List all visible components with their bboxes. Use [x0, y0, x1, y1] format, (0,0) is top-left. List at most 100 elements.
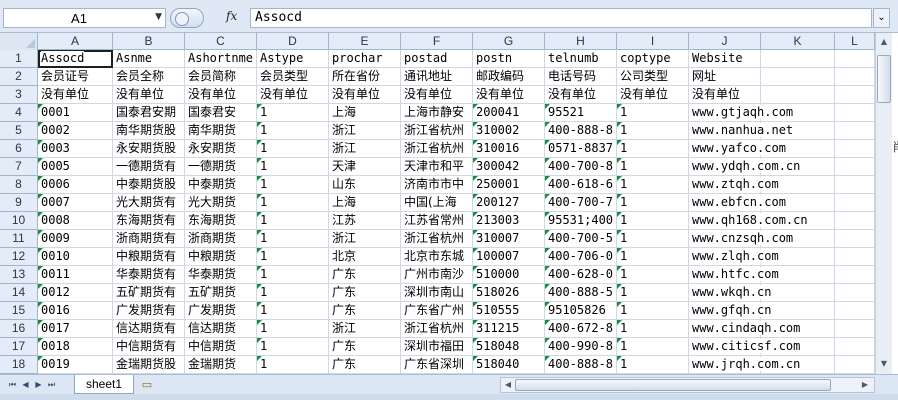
grid-cell[interactable]: 北京: [329, 248, 401, 266]
grid-cell[interactable]: 0012: [38, 284, 113, 302]
grid-cell[interactable]: 1: [617, 230, 689, 248]
column-header[interactable]: B: [113, 33, 185, 50]
grid-cell[interactable]: [761, 302, 835, 320]
grid-cell[interactable]: 400-706-0: [545, 248, 617, 266]
grid-cell[interactable]: 东海期货有: [113, 212, 185, 230]
grid-cell[interactable]: postad: [401, 50, 473, 68]
grid-cell[interactable]: 通讯地址: [401, 68, 473, 86]
grid-cell[interactable]: 广东: [329, 302, 401, 320]
grid-cell[interactable]: 浙江: [329, 230, 401, 248]
grid-cell[interactable]: 会员证号: [38, 68, 113, 86]
grid-cell[interactable]: 1: [257, 230, 329, 248]
grid-cell[interactable]: 310002: [473, 122, 545, 140]
grid-cell[interactable]: 中粮期货有: [113, 248, 185, 266]
row-header[interactable]: 15: [0, 302, 38, 320]
grid-cell[interactable]: 广东省深圳: [401, 356, 473, 374]
grid-cell[interactable]: telnumb: [545, 50, 617, 68]
grid-cell[interactable]: 金瑞期货: [185, 356, 257, 374]
grid-cell[interactable]: 华泰期货: [185, 266, 257, 284]
expand-formula-button[interactable]: ⌄: [873, 8, 890, 28]
grid-cell[interactable]: 1: [617, 158, 689, 176]
scroll-down-icon[interactable]: ▼: [877, 357, 891, 371]
grid-cell[interactable]: 会员简称: [185, 68, 257, 86]
grid-cell[interactable]: 400-888-8: [545, 356, 617, 374]
grid-cell[interactable]: 永安期货股: [113, 140, 185, 158]
grid-cell[interactable]: 1: [257, 284, 329, 302]
column-header[interactable]: E: [329, 33, 401, 50]
grid-cell[interactable]: 300042: [473, 158, 545, 176]
grid-cell[interactable]: 1: [257, 176, 329, 194]
grid-cell[interactable]: 400-888-5: [545, 284, 617, 302]
grid-cell[interactable]: [835, 122, 875, 140]
grid-cell[interactable]: 518048: [473, 338, 545, 356]
grid-cell[interactable]: [835, 86, 875, 104]
scroll-left-icon[interactable]: ◀: [502, 379, 514, 391]
grid-cell[interactable]: [835, 140, 875, 158]
name-box[interactable]: A1 ▼: [3, 8, 166, 28]
row-header[interactable]: 17: [0, 338, 38, 356]
grid-cell[interactable]: www.htfc.com: [689, 266, 779, 284]
grid-cell[interactable]: 广东: [329, 284, 401, 302]
chevron-down-icon[interactable]: ▼: [155, 12, 162, 22]
column-header[interactable]: G: [473, 33, 545, 50]
grid-cell[interactable]: 信达期货: [185, 320, 257, 338]
row-header[interactable]: 11: [0, 230, 38, 248]
grid-cell[interactable]: 0571-8837: [545, 140, 617, 158]
column-header[interactable]: F: [401, 33, 473, 50]
grid-cell[interactable]: 电话号码: [545, 68, 617, 86]
grid-cell[interactable]: www.nanhua.net: [689, 122, 794, 140]
grid-cell[interactable]: 1: [617, 338, 689, 356]
grid-cell[interactable]: [835, 302, 875, 320]
grid-cell[interactable]: 95105826: [545, 302, 617, 320]
grid-cell[interactable]: 95531;400: [545, 212, 617, 230]
grid-cell[interactable]: 浙江省杭州: [401, 320, 473, 338]
grid-cell[interactable]: 浙江: [329, 122, 401, 140]
select-all-button[interactable]: [0, 33, 38, 50]
grid-cell[interactable]: www.gfqh.cn: [689, 302, 772, 320]
grid-cell[interactable]: [761, 50, 835, 68]
row-header[interactable]: 12: [0, 248, 38, 266]
grid-cell[interactable]: www.ztqh.com: [689, 176, 779, 194]
row-header[interactable]: 1: [0, 50, 38, 68]
grid-cell[interactable]: [761, 284, 835, 302]
grid-cell[interactable]: 山东: [329, 176, 401, 194]
grid-cell[interactable]: 0018: [38, 338, 113, 356]
grid-cell[interactable]: 一德期货有: [113, 158, 185, 176]
grid-cell[interactable]: 信达期货有: [113, 320, 185, 338]
grid-cell[interactable]: 1: [257, 158, 329, 176]
grid-cell[interactable]: 311215: [473, 320, 545, 338]
grid-cell[interactable]: 网址: [689, 68, 761, 86]
grid-cell[interactable]: 所在省份: [329, 68, 401, 86]
grid-cell[interactable]: 广州市南沙: [401, 266, 473, 284]
grid-cell[interactable]: [835, 158, 875, 176]
grid-cell[interactable]: 400-888-8: [545, 122, 617, 140]
prev-sheet-icon[interactable]: ◀: [20, 379, 31, 391]
grid-cell[interactable]: 1: [257, 266, 329, 284]
grid-cell[interactable]: 没有单位: [401, 86, 473, 104]
grid-cell[interactable]: www.yafco.com: [689, 140, 786, 158]
grid-cell[interactable]: www.cnzsqh.com: [689, 230, 794, 248]
grid-cell[interactable]: 400-672-8: [545, 320, 617, 338]
grid-cell[interactable]: 中国(上海: [401, 194, 473, 212]
grid-cell[interactable]: [835, 50, 875, 68]
grid-cell[interactable]: 浙江省杭州: [401, 140, 473, 158]
grid-cell[interactable]: 没有单位: [185, 86, 257, 104]
grid-cell[interactable]: 南华期货股: [113, 122, 185, 140]
grid-cell[interactable]: 0006: [38, 176, 113, 194]
grid-cell[interactable]: 没有单位: [473, 86, 545, 104]
row-header[interactable]: 8: [0, 176, 38, 194]
grid-cell[interactable]: 国泰君安期: [113, 104, 185, 122]
grid-cell[interactable]: 浙商期货: [185, 230, 257, 248]
grid-cell[interactable]: 上海市静安: [401, 104, 473, 122]
grid-cell[interactable]: 江苏省常州: [401, 212, 473, 230]
grid-cell[interactable]: [835, 104, 875, 122]
grid-cell[interactable]: 上海: [329, 104, 401, 122]
grid-cell[interactable]: www.zlqh.com: [689, 248, 779, 266]
row-header[interactable]: 2: [0, 68, 38, 86]
grid-cell[interactable]: 200041: [473, 104, 545, 122]
grid-cell[interactable]: 没有单位: [257, 86, 329, 104]
horizontal-scroll-thumb[interactable]: [515, 379, 831, 391]
grid-cell[interactable]: 310016: [473, 140, 545, 158]
vertical-scroll-thumb[interactable]: [877, 55, 891, 103]
first-sheet-icon[interactable]: ⏮: [7, 379, 18, 391]
